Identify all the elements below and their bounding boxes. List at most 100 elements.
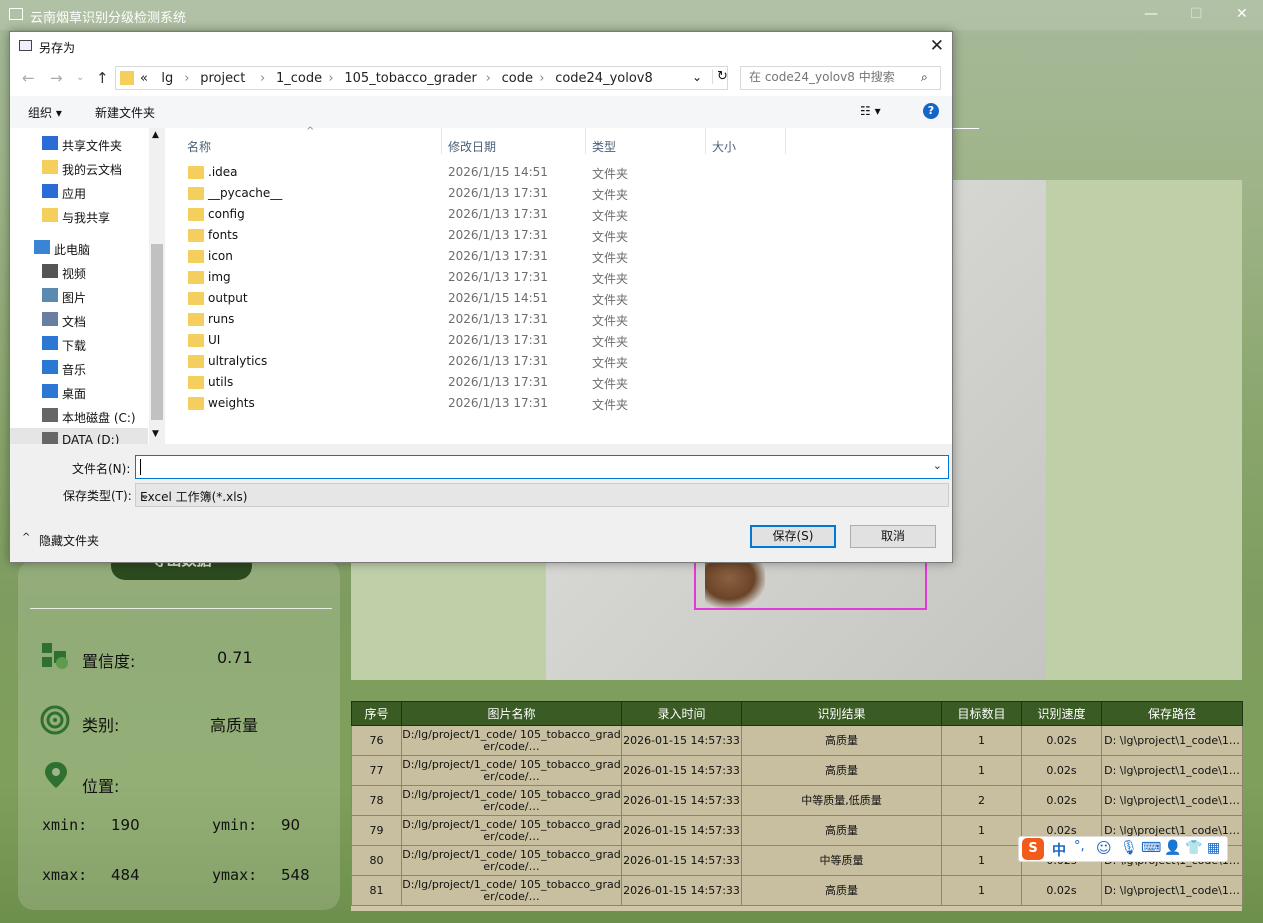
chevron-right-icon[interactable]: › [260,71,265,86]
folder-icon [188,355,204,368]
file-row[interactable]: utils 2026/1/13 17:31 文件夹 [186,372,706,393]
class-label: 类别: [82,716,120,735]
nav-item[interactable]: 与我共享 [10,204,148,228]
path-segment[interactable]: code [502,71,533,86]
chevron-down-icon[interactable]: ⌄ [140,488,942,502]
column-header: 目标数目 [941,701,1022,726]
nav-item[interactable]: 桌面 [10,380,148,404]
file-row[interactable]: runs 2026/1/13 17:31 文件夹 [186,309,706,330]
scroll-down-icon[interactable]: ▼ [152,429,159,439]
picture-icon [42,288,58,302]
file-date: 2026/1/13 17:31 [448,375,548,389]
table-cell-count: 1 [941,755,1022,786]
save-button[interactable]: 保存(S) [750,525,836,548]
sogou-logo-icon[interactable]: S [1022,838,1044,860]
back-icon[interactable]: ← [22,69,35,87]
file-row[interactable]: output 2026/1/15 14:51 文件夹 [186,288,706,309]
nav-item[interactable]: 图片 [10,284,148,308]
file-row[interactable]: .idea 2026/1/15 14:51 文件夹 [186,162,706,183]
nav-scrollbar[interactable]: ▲ ▼ [149,128,165,444]
chevron-down-icon[interactable]: ⌄ [692,70,702,84]
nav-item[interactable]: 共享文件夹 [10,132,148,156]
refresh-icon[interactable]: ↻ [712,69,728,84]
table-row[interactable]: 76 D:/lg/project/1_code/ 105_tobacco_grad… [351,725,1243,756]
scroll-up-icon[interactable]: ▲ [152,130,159,140]
nav-item[interactable]: 此电脑 [10,236,148,260]
nav-item[interactable]: 本地磁盘 (C:) [10,404,148,428]
help-icon[interactable]: ? [923,103,939,119]
path-segment[interactable]: « [140,71,148,86]
column-type[interactable]: 类型 [592,138,616,155]
nav-item[interactable]: 下载 [10,332,148,356]
maximize-icon[interactable]: ☐ [1190,6,1203,22]
confidence-value: 0.71 [217,648,253,667]
chevron-right-icon[interactable]: › [184,71,189,86]
file-row[interactable]: __pycache__ 2026/1/13 17:31 文件夹 [186,183,706,204]
ime-punct[interactable]: °, [1074,839,1085,854]
column-date[interactable]: 修改日期 [448,138,496,155]
cancel-button[interactable]: 取消 [850,525,936,548]
file-row[interactable]: config 2026/1/13 17:31 文件夹 [186,204,706,225]
search-icon[interactable]: ⌕ [921,70,928,85]
column-size[interactable]: 大小 [712,138,736,155]
file-row[interactable]: img 2026/1/13 17:31 文件夹 [186,267,706,288]
file-row[interactable]: icon 2026/1/13 17:31 文件夹 [186,246,706,267]
close-icon[interactable]: ✕ [1236,6,1248,22]
chevron-right-icon[interactable]: › [486,71,491,86]
file-date: 2026/1/15 14:51 [448,291,548,305]
divider [950,128,979,129]
file-row[interactable]: ultralytics 2026/1/13 17:31 文件夹 [186,351,706,372]
filetype-select[interactable]: Excel 工作簿(*.xls) ⌄ [135,483,949,507]
chevron-right-icon[interactable]: › [539,71,544,86]
chevron-right-icon[interactable]: › [328,71,333,86]
nav-item[interactable]: 音乐 [10,356,148,380]
nav-item[interactable]: 应用 [10,180,148,204]
toolbox-icon[interactable]: ▦ [1207,840,1220,856]
view-options-icon[interactable]: ☷ ▾ [860,104,881,118]
file-list: 名称 ^ 修改日期 类型 大小 .idea 2026/1/15 14:51 文件夹 _… [166,126,952,444]
file-name: .idea [208,165,238,179]
table-row[interactable]: 81 D:/lg/project/1_code/ 105_tobacco_grad… [351,875,1243,906]
new-folder-button[interactable]: 新建文件夹 [95,104,155,121]
filetype-label: 保存类型(T): [63,489,132,503]
file-row[interactable]: weights 2026/1/13 17:31 文件夹 [186,393,706,414]
scroll-thumb[interactable] [151,244,163,420]
nav-item-label: 视频 [62,267,87,281]
nav-item[interactable]: 我的云文档 [10,156,148,180]
minimize-icon[interactable]: — [1144,6,1158,22]
path-segment[interactable]: project [200,71,245,86]
hide-folders-button[interactable]: 隐藏文件夹 [39,532,99,549]
confidence-icon [42,643,68,669]
search-box[interactable]: ⌕ [740,66,941,90]
keyboard-icon[interactable]: ⌨ [1141,840,1161,856]
chevron-down-icon[interactable]: ⌄ [933,459,942,472]
microphone-icon[interactable]: 🎙 [1120,840,1138,856]
search-input[interactable] [749,70,919,84]
forward-icon[interactable]: → [50,69,63,87]
user-icon[interactable]: 👤 [1164,840,1181,856]
organize-button[interactable]: 组织 ▾ [28,104,62,121]
chevron-up-icon[interactable]: ^ [22,532,30,543]
table-row[interactable]: 78 D:/lg/project/1_code/ 105_tobacco_grad… [351,785,1243,816]
path-segment[interactable]: 105_tobacco_grader [344,71,477,86]
skin-icon[interactable]: 👕 [1185,840,1202,856]
table-row[interactable]: 77 D:/lg/project/1_code/ 105_tobacco_grad… [351,755,1243,786]
filename-field[interactable]: ⌄ [135,455,949,479]
path-segment[interactable]: lg [161,71,173,86]
close-icon[interactable]: ✕ [930,36,944,56]
file-row[interactable]: UI 2026/1/13 17:31 文件夹 [186,330,706,351]
nav-item[interactable]: 视频 [10,260,148,284]
recent-chevron-icon[interactable]: ⌄ [76,72,84,83]
sort-up-icon: ^ [306,126,315,137]
up-icon[interactable]: ↑ [96,69,109,87]
path-segment[interactable]: 1_code [276,71,322,86]
nav-item[interactable]: 文档 [10,308,148,332]
folder-icon [188,292,204,305]
address-bar[interactable]: « lg › project › 1_code › 105_tobacco_grader › co… [115,66,728,90]
file-row[interactable]: fonts 2026/1/13 17:31 文件夹 [186,225,706,246]
ime-language[interactable]: 中 [1052,840,1066,860]
emoji-icon[interactable]: ☺ [1096,839,1112,857]
path-segment[interactable]: code24_yolov8 [555,71,653,86]
confidence-label: 置信度: [82,652,136,671]
column-name[interactable]: 名称 [187,138,211,155]
